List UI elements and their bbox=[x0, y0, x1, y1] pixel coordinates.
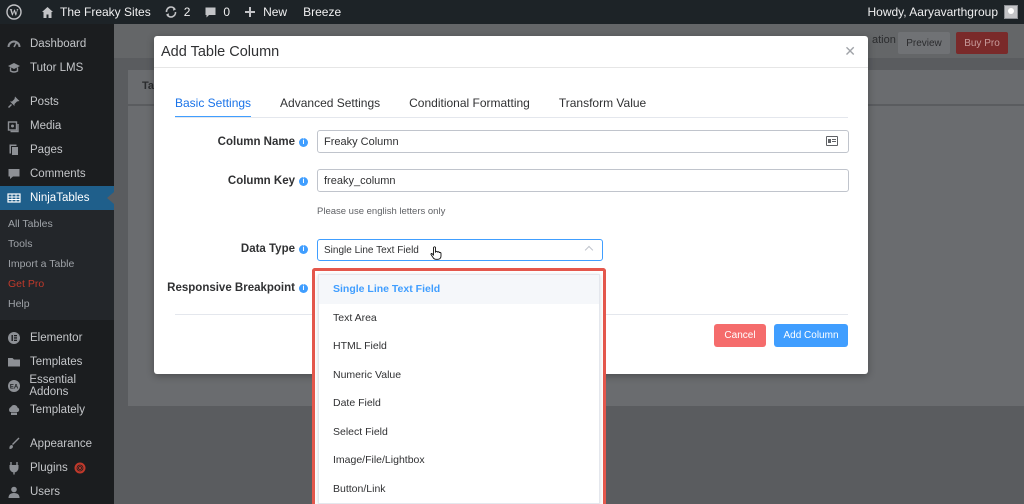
tabs-divider bbox=[175, 117, 848, 118]
wordpress-icon: W bbox=[6, 4, 22, 20]
site-name: The Freaky Sites bbox=[60, 5, 151, 19]
comment-icon bbox=[6, 166, 22, 182]
user-icon bbox=[6, 484, 22, 500]
submenu-import-table[interactable]: Import a Table bbox=[0, 254, 114, 274]
breeze-link[interactable]: Breeze bbox=[293, 0, 347, 24]
sidebar-item-users[interactable]: Users bbox=[0, 480, 114, 504]
avatar bbox=[1004, 5, 1018, 19]
contact-card-icon[interactable] bbox=[826, 136, 838, 146]
home-icon bbox=[39, 4, 55, 20]
info-icon[interactable]: i bbox=[299, 137, 308, 147]
updates-count: 2 bbox=[183, 5, 191, 19]
pages-icon bbox=[6, 142, 22, 158]
plugin-update-badge-icon bbox=[74, 462, 86, 474]
sidebar-item-media[interactable]: Media bbox=[0, 114, 114, 138]
modal-tabs: Basic Settings Advanced Settings Conditi… bbox=[175, 96, 675, 118]
sidebar-item-pages[interactable]: Pages bbox=[0, 138, 114, 162]
submenu-all-tables[interactable]: All Tables bbox=[0, 214, 114, 234]
wordpress-logo[interactable]: W bbox=[0, 0, 33, 24]
templately-icon bbox=[6, 402, 22, 418]
account-menu[interactable]: Howdy, Aaryavarthgroup bbox=[861, 0, 1024, 24]
plus-icon bbox=[242, 4, 258, 20]
dropdown-option[interactable]: Numeric Value bbox=[319, 361, 599, 390]
sidebar-item-comments[interactable]: Comments bbox=[0, 162, 114, 186]
comments-count: 0 bbox=[223, 5, 231, 19]
sidebar-item-plugins[interactable]: Plugins bbox=[0, 456, 114, 480]
cancel-button[interactable]: Cancel bbox=[714, 324, 766, 347]
submenu-get-pro[interactable]: Get Pro bbox=[0, 274, 114, 294]
admin-bar: W The Freaky Sites 2 0 New Breeze Howdy,… bbox=[0, 0, 1024, 24]
info-icon[interactable]: i bbox=[299, 283, 308, 293]
brush-icon bbox=[6, 436, 22, 452]
chevron-up-icon bbox=[584, 245, 594, 255]
dropdown-option[interactable]: Date Field bbox=[319, 389, 599, 418]
submenu-help[interactable]: Help bbox=[0, 294, 114, 314]
sidebar-item-templately[interactable]: Templately bbox=[0, 398, 114, 422]
sidebar-item-tutor-lms[interactable]: Tutor LMS bbox=[0, 56, 114, 80]
submenu-tools[interactable]: Tools bbox=[0, 234, 114, 254]
refresh-icon bbox=[163, 4, 179, 20]
dropdown-option[interactable]: Text Area bbox=[319, 304, 599, 333]
header-nav-fragment: ation bbox=[872, 34, 896, 46]
dropdown-option[interactable]: Single Line Text Field bbox=[319, 275, 599, 304]
sidebar-item-appearance[interactable]: Appearance bbox=[0, 432, 114, 456]
plugin-icon bbox=[6, 460, 22, 476]
column-key-input[interactable]: freaky_column bbox=[317, 169, 849, 192]
data-type-label: Data Type i bbox=[241, 243, 308, 255]
sidebar-item-elementor[interactable]: Elementor bbox=[0, 326, 114, 350]
media-icon bbox=[6, 118, 22, 134]
sidebar-item-dashboard[interactable]: Dashboard bbox=[0, 32, 114, 56]
dashboard-icon bbox=[6, 36, 22, 52]
hand-cursor-icon bbox=[430, 246, 442, 263]
admin-sidebar: Dashboard Tutor LMS Posts Media Pages Co… bbox=[0, 24, 114, 504]
folder-icon bbox=[6, 354, 22, 370]
sidebar-item-ninjatables[interactable]: NinjaTables bbox=[0, 186, 114, 210]
buy-pro-button[interactable]: Buy Pro bbox=[956, 32, 1008, 54]
data-type-dropdown: Single Line Text Field Text Area HTML Fi… bbox=[318, 274, 600, 504]
new-content-link[interactable]: New bbox=[236, 0, 293, 24]
responsive-breakpoint-label: Responsive Breakpoint i bbox=[167, 282, 308, 294]
tab-transform-value[interactable]: Transform Value bbox=[559, 96, 646, 118]
ea-icon: EA bbox=[6, 378, 21, 394]
page-tab-fragment: Ta bbox=[142, 80, 155, 92]
column-key-hint: Please use english letters only bbox=[317, 206, 446, 217]
close-icon[interactable]: ✕ bbox=[844, 43, 856, 60]
tab-advanced-settings[interactable]: Advanced Settings bbox=[280, 96, 380, 118]
sidebar-item-templates[interactable]: Templates bbox=[0, 350, 114, 374]
column-key-label: Column Key i bbox=[228, 175, 308, 187]
add-column-button[interactable]: Add Column bbox=[774, 324, 848, 347]
preview-button[interactable]: Preview bbox=[898, 32, 950, 54]
dropdown-option[interactable]: Select Field bbox=[319, 418, 599, 447]
sidebar-item-posts[interactable]: Posts bbox=[0, 90, 114, 114]
updates-link[interactable]: 2 bbox=[157, 0, 197, 24]
ninjatables-submenu: All Tables Tools Import a Table Get Pro … bbox=[0, 210, 114, 320]
data-type-dropdown-highlight: Single Line Text Field Text Area HTML Fi… bbox=[312, 268, 606, 504]
new-label: New bbox=[263, 5, 288, 19]
site-name-link[interactable]: The Freaky Sites bbox=[33, 0, 157, 24]
howdy-text: Howdy, Aaryavarthgroup bbox=[867, 5, 998, 19]
elementor-icon bbox=[6, 330, 22, 346]
column-name-input[interactable]: Freaky Column bbox=[317, 130, 849, 153]
info-icon[interactable]: i bbox=[299, 244, 308, 254]
dropdown-option[interactable]: HTML Field bbox=[319, 332, 599, 361]
dropdown-option[interactable]: Button/Link bbox=[319, 475, 599, 504]
pin-icon bbox=[6, 94, 22, 110]
dropdown-option[interactable]: Image/File/Lightbox bbox=[319, 446, 599, 475]
svg-text:EA: EA bbox=[10, 385, 19, 391]
graduation-cap-icon bbox=[6, 60, 22, 76]
svg-text:W: W bbox=[10, 8, 19, 18]
data-type-select[interactable]: Single Line Text Field bbox=[317, 239, 603, 261]
comment-bubble-icon bbox=[202, 4, 218, 20]
modal-header: Add Table Column bbox=[154, 36, 868, 68]
info-icon[interactable]: i bbox=[299, 176, 308, 186]
modal-title: Add Table Column bbox=[161, 43, 280, 60]
table-icon bbox=[6, 190, 22, 206]
sidebar-item-essential-addons[interactable]: EA Essential Addons bbox=[0, 374, 114, 398]
comments-link[interactable]: 0 bbox=[196, 0, 236, 24]
tab-conditional-formatting[interactable]: Conditional Formatting bbox=[409, 96, 530, 118]
column-name-label: Column Name i bbox=[218, 136, 308, 148]
tab-basic-settings[interactable]: Basic Settings bbox=[175, 96, 252, 118]
